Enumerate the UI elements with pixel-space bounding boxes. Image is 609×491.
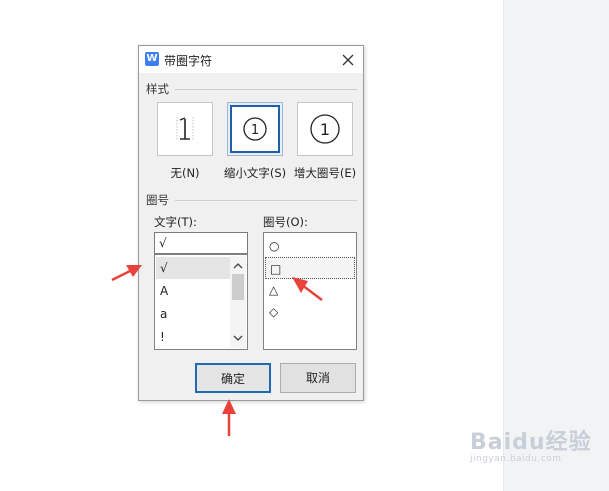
circled-digit-small-preview: 1	[243, 117, 267, 141]
style-group-label: 样式	[146, 82, 169, 96]
style-option-none[interactable]	[157, 102, 213, 156]
text-list-item[interactable]: !	[156, 326, 230, 348]
style-option-enlarge-symbol[interactable]: 1	[297, 102, 353, 156]
text-list-scrollbar[interactable]	[230, 256, 246, 348]
circle-group-label: 圈号	[146, 193, 169, 207]
close-icon	[342, 54, 354, 66]
side-panel	[503, 0, 609, 491]
enclosure-listbox[interactable]: ○ □ △ ◇	[263, 232, 357, 350]
enclosure-list-item[interactable]: ○	[265, 235, 355, 257]
cancel-button[interactable]: 取消	[280, 363, 356, 393]
svg-text:1: 1	[251, 123, 259, 138]
scroll-up-button[interactable]	[230, 258, 246, 274]
svg-text:1: 1	[320, 120, 330, 139]
text-input[interactable]: √	[154, 232, 248, 254]
ok-button[interactable]: 确定	[195, 363, 271, 393]
text-listbox[interactable]: √ A a !	[154, 254, 248, 350]
style-group-divider	[175, 89, 357, 90]
enclosure-field-label: 圈号(O):	[263, 215, 308, 229]
style-caption-shrink: 缩小文字(S)	[223, 166, 287, 180]
text-list-item[interactable]: a	[156, 303, 230, 325]
plain-digit-preview	[176, 117, 194, 141]
wps-writer-icon: W	[145, 52, 159, 66]
selection-frame: 1	[230, 105, 280, 153]
enclosure-list-item-selected[interactable]: □	[265, 257, 355, 279]
enclosed-characters-dialog: W 带圈字符 样式 1 1 无(N) 缩小文字(S) 增大圈号(E) 圈号 文字…	[138, 45, 364, 401]
watermark-site: jingyan.baidu.com	[470, 454, 562, 464]
style-caption-none: 无(N)	[170, 166, 200, 180]
circle-group-divider	[175, 200, 357, 201]
text-list-item[interactable]: √	[156, 257, 230, 279]
scroll-thumb[interactable]	[232, 274, 244, 300]
arrow-icon	[222, 399, 236, 436]
chevron-down-icon	[233, 335, 243, 341]
style-option-shrink-text[interactable]: 1	[227, 102, 283, 156]
baidu-watermark: Baidu经验 jingyan.baidu.com	[470, 424, 592, 464]
circled-digit-large-preview: 1	[310, 114, 340, 144]
close-button[interactable]	[339, 51, 357, 69]
chevron-up-icon	[233, 263, 243, 269]
style-caption-enlarge: 增大圈号(E)	[293, 166, 357, 180]
enclosure-list-item[interactable]: △	[265, 279, 355, 301]
text-list-item[interactable]: A	[156, 280, 230, 302]
watermark-brand: Baidu经验	[470, 430, 592, 455]
enclosure-list-item[interactable]: ◇	[265, 301, 355, 323]
dialog-title: 带圈字符	[164, 54, 213, 68]
dialog-titlebar: W 带圈字符	[139, 46, 363, 73]
scroll-down-button[interactable]	[230, 330, 246, 346]
text-field-label: 文字(T):	[154, 215, 197, 229]
